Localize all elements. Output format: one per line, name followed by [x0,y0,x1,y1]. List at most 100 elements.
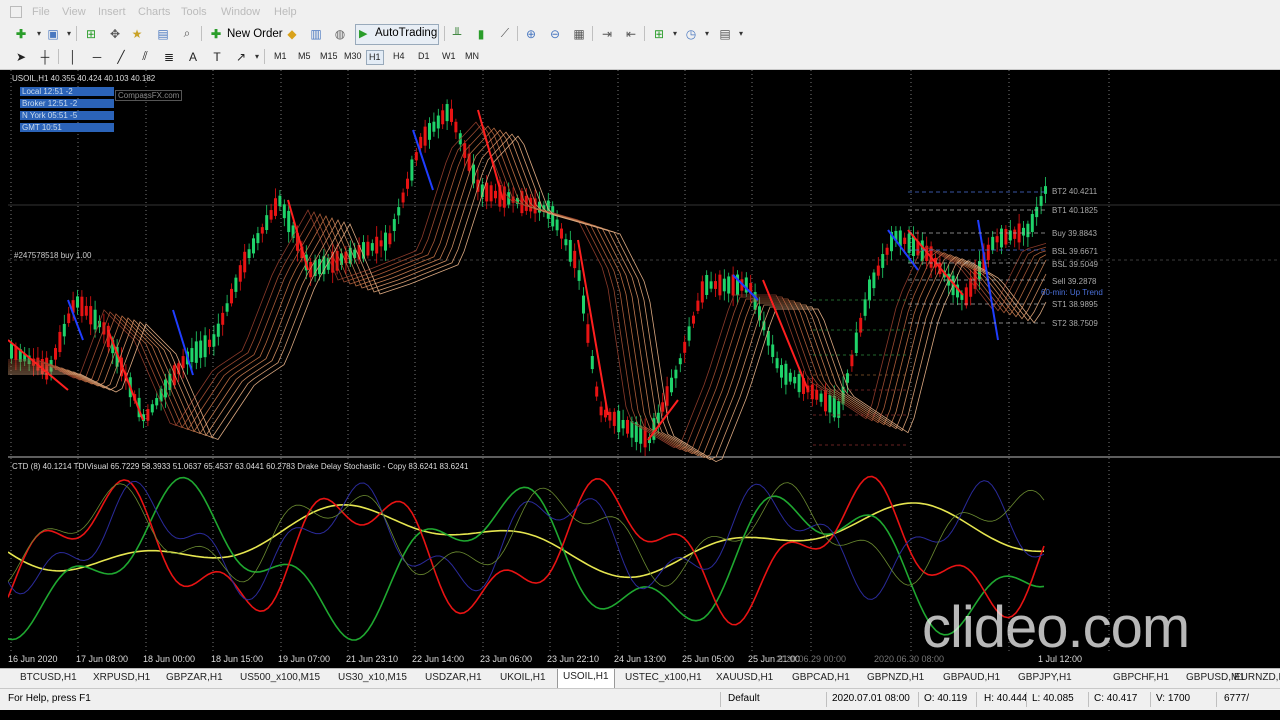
candle-body [700,281,704,303]
candle-body [687,326,691,341]
timeframe-w1[interactable]: W1 [440,50,458,63]
timeframe-h1[interactable]: H1 [366,50,384,65]
channel-icon[interactable]: ⫽ [136,48,154,65]
crosshair-icon[interactable]: ┼ [36,48,54,65]
strategy-tester-icon[interactable]: ⌕ [178,25,196,42]
menu-insert[interactable]: Insert [98,6,126,18]
new-order-button[interactable]: New Order [227,25,283,42]
symbol-tab[interactable]: US500_x100,M15 [240,672,320,683]
timeframe-m5[interactable]: M5 [296,50,313,63]
trendline-icon[interactable]: ╱ [112,48,130,65]
candle-body [621,419,625,429]
horizontal-line-icon[interactable]: ─ [88,48,106,65]
symbol-tab[interactable]: EURNZD,M [1234,672,1280,683]
candle-body [674,369,678,379]
symbol-tab[interactable]: USTEC_x100,H1 [625,672,702,683]
menu-file[interactable]: File [32,6,50,18]
zoom-in-icon[interactable]: ⊕ [522,25,540,42]
candle-body [656,412,660,424]
candle-body [868,279,871,301]
new-chart-icon[interactable]: ✚ [12,25,30,42]
zoom-out-icon[interactable]: ⊖ [546,25,564,42]
text-label-icon[interactable]: T [208,48,226,65]
candle-body [485,182,489,202]
timeframe-m15[interactable]: M15 [318,50,340,63]
candle-body [709,281,713,289]
symbol-tab[interactable]: XAUUSD,H1 [716,672,773,683]
metaeditor-icon[interactable]: ◆ [283,25,301,42]
market-icon[interactable]: ◍ [331,25,349,42]
candle-body [238,265,242,282]
candle-body [221,312,225,325]
menu-view[interactable]: View [62,6,86,18]
symbol-tab[interactable]: GBPJPY,H1 [1018,672,1072,683]
market-watch-icon[interactable]: ⊞ [82,25,100,42]
line-chart-icon[interactable]: ⟋ [496,25,514,42]
dropdown-arrow-icon[interactable]: ▾ [732,25,750,42]
candle-body [582,295,585,314]
order-line-label[interactable]: #247578518 buy 1.00 [14,251,91,261]
symbol-tab[interactable]: USDZAR,H1 [425,672,482,683]
symbol-tab[interactable]: GBPCHF,H1 [1113,672,1169,683]
data-window-icon[interactable]: ✥ [106,25,124,42]
navigator-icon[interactable]: ★ [128,25,146,42]
symbol-tab-active[interactable]: USOIL,H1 [557,669,615,689]
autoscroll-icon[interactable]: ⇤ [622,25,640,42]
account-icon[interactable]: ▥ [307,25,325,42]
bar-chart-icon[interactable]: ╨ [448,25,466,42]
symbol-tab[interactable]: GBPZAR,H1 [166,672,223,683]
candle-body [1030,213,1034,233]
symbol-tab[interactable]: GBPNZD,H1 [867,672,924,683]
candle-body [564,239,568,246]
timeframe-d1[interactable]: D1 [416,50,432,63]
timeframe-h4[interactable]: H4 [391,50,407,63]
candle-body [489,185,493,202]
timeframe-m1[interactable]: M1 [272,50,289,63]
dropdown-arrow-icon[interactable]: ▾ [698,25,716,42]
menu-help[interactable]: Help [274,6,297,18]
timeframe-m30[interactable]: M30 [342,50,364,63]
x-label: 23 Jun 06:00 [480,654,533,664]
level-bt2: BT2 40.4211 [1052,187,1098,196]
symbol-tab[interactable]: GBPAUD,H1 [943,672,1000,683]
candle-body [406,178,409,189]
candlestick-icon[interactable]: ▮ [472,25,490,42]
terminal-icon[interactable]: ▤ [154,25,172,42]
autotrading-button[interactable]: ▶ AutoTrading [355,24,439,45]
candle-body [995,236,999,243]
new-order-icon[interactable]: ✚ [207,25,225,42]
status-close: C: 40.417 [1094,693,1138,704]
symbol-tab[interactable]: GBPCAD,H1 [792,672,850,683]
candle-body [863,299,867,316]
menu-charts[interactable]: Charts [138,6,170,18]
symbol-tab[interactable]: BTCUSD,H1 [20,672,77,683]
x-label: 18 Jun 15:00 [211,654,264,664]
chart-shift-icon[interactable]: ⇥ [598,25,616,42]
symbol-tab[interactable]: UKOIL,H1 [500,672,546,683]
x-label: 24 Jun 13:00 [614,654,667,664]
symbol-tab[interactable]: US30_x10,M15 [338,672,407,683]
text-tool-icon[interactable]: A [184,48,202,65]
menu-window[interactable]: Window [221,6,260,18]
menu-tools[interactable]: Tools [181,6,207,18]
candle-body [234,277,238,292]
fibonacci-icon[interactable]: ≣ [160,48,178,65]
candle-body [630,421,634,438]
symbol-tab[interactable]: XRPUSD,H1 [93,672,150,683]
standard-toolbar: ✚ ▾ ▣ ▾ ⊞ ✥ ★ ▤ ⌕ ✚ New Order ◆ ▥ ◍ ▶ Au… [0,22,1280,45]
clock-gmt: GMT 10:51 [20,123,114,132]
candle-body [278,195,282,207]
price-chart-canvas[interactable] [8,70,1280,668]
trend-overlay-red [577,239,609,416]
vertical-line-icon[interactable]: │ [64,48,82,65]
candle-body [388,233,392,245]
cursor-icon[interactable]: ➤ [12,48,30,65]
candle-body [67,313,71,324]
moving-average-line [8,129,1047,457]
candle-body [208,339,211,347]
tile-windows-icon[interactable]: ▦ [570,25,588,42]
chart-window[interactable]: USOIL,H1 40.355 40.424 40.103 40.182 Loc… [8,70,1280,668]
candle-body [1004,228,1008,245]
timeframe-mn[interactable]: MN [463,50,481,63]
trend-overlay-red [287,199,309,271]
